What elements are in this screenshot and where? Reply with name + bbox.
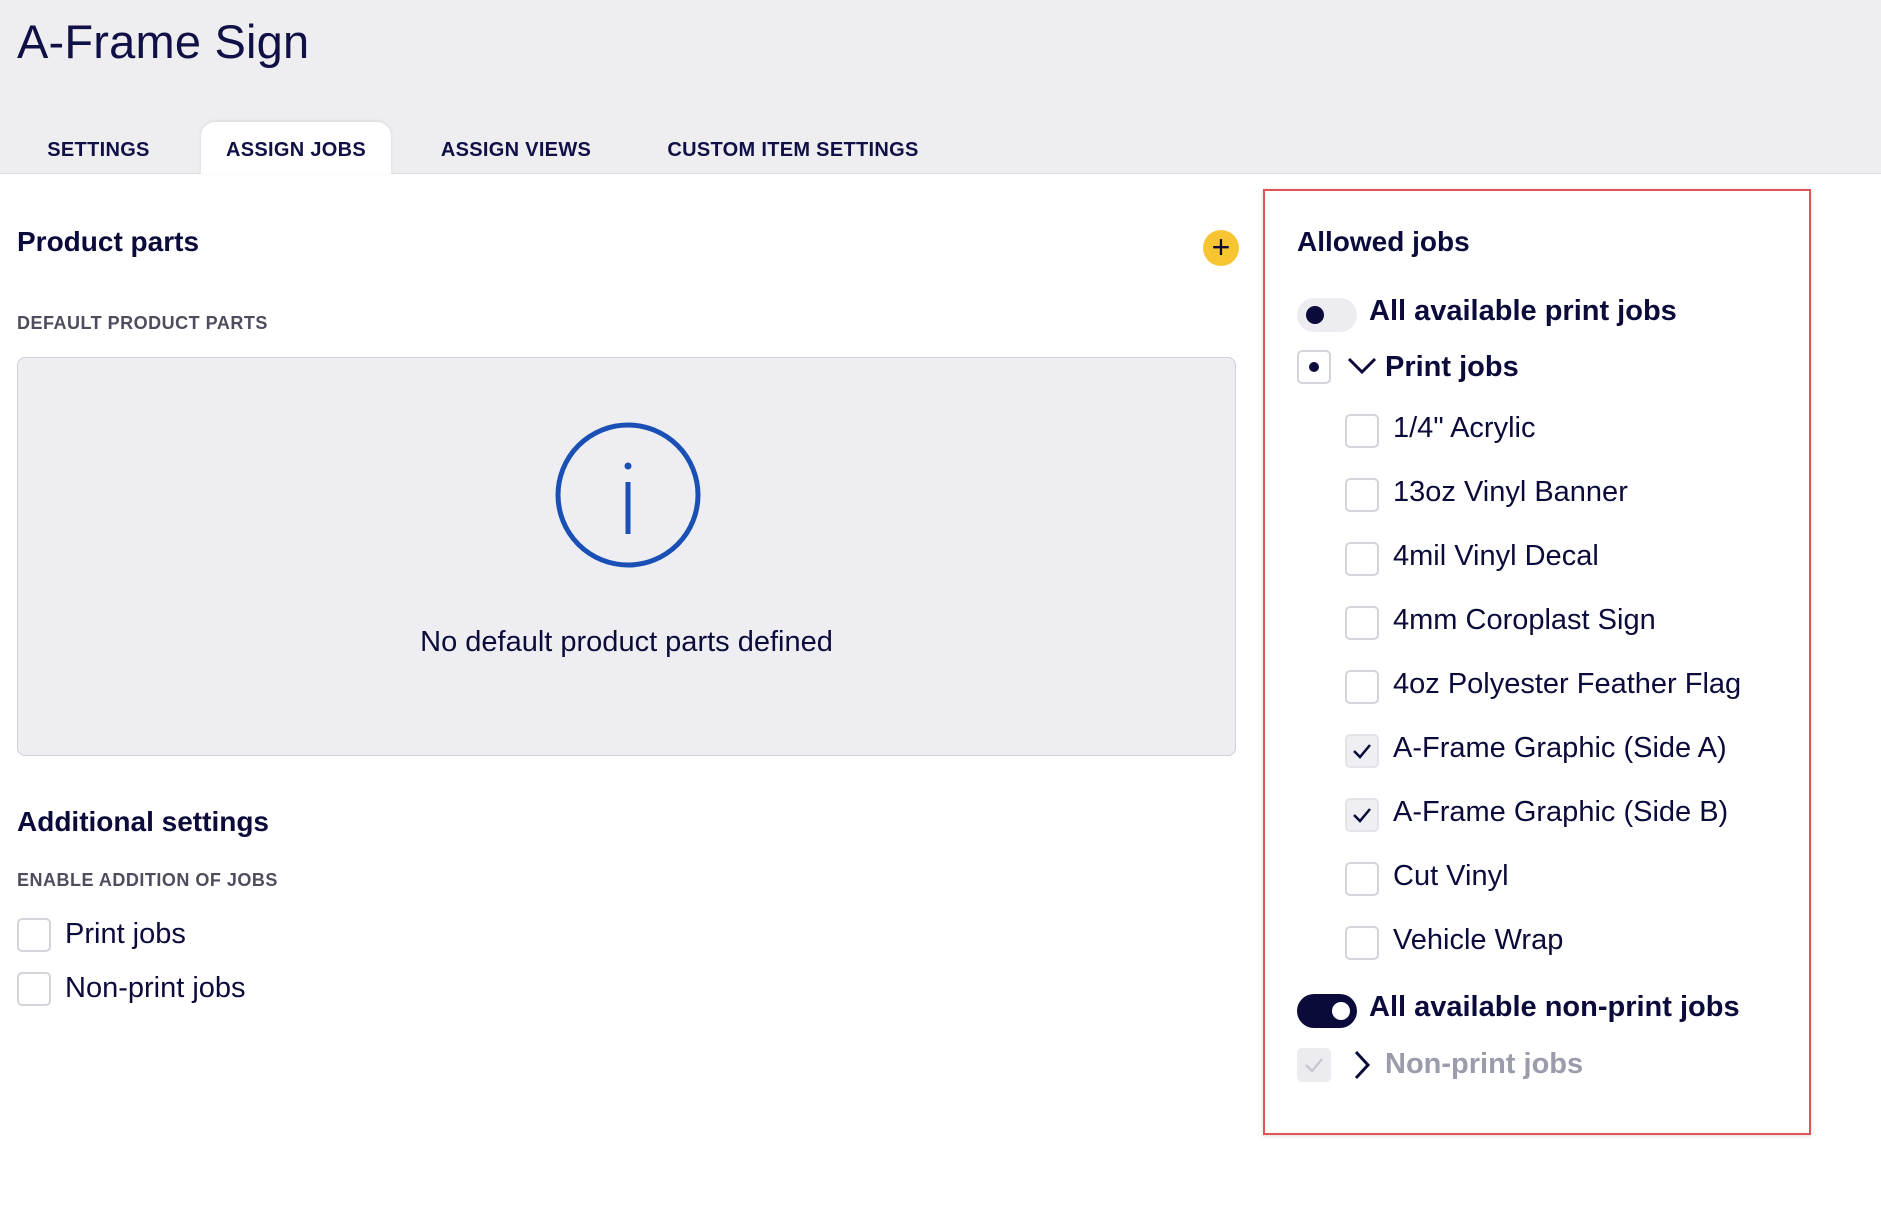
chevron-right-icon[interactable] (1352, 1049, 1372, 1081)
add-product-part-button[interactable]: + (1203, 230, 1239, 266)
print-job-checkbox[interactable] (1345, 862, 1379, 896)
nonprint-jobs-group-label: Non-print jobs (1385, 1048, 1584, 1080)
print-job-checkbox[interactable] (1345, 734, 1379, 768)
additional-settings-title: Additional settings (17, 806, 269, 837)
info-icon (555, 422, 701, 568)
check-icon (1353, 744, 1371, 759)
print-jobs-group-checkbox[interactable] (1297, 350, 1331, 384)
all-print-jobs-toggle[interactable] (1297, 298, 1357, 332)
default-product-parts-label: DEFAULT PRODUCT PARTS (17, 313, 268, 333)
page-title: A-Frame Sign (17, 15, 310, 68)
enable-print-jobs-checkbox[interactable] (17, 918, 51, 952)
empty-product-parts-box: No default product parts defined (17, 357, 1236, 756)
print-job-label: 13oz Vinyl Banner (1393, 476, 1628, 508)
allowed-jobs-title: Allowed jobs (1297, 226, 1470, 257)
print-job-checkbox[interactable] (1345, 414, 1379, 448)
print-job-checkbox[interactable] (1345, 606, 1379, 640)
print-job-label: 4mil Vinyl Decal (1393, 540, 1599, 572)
tab-assign-jobs[interactable]: ASSIGN JOBS (201, 122, 391, 174)
nonprint-jobs-group-checkbox[interactable] (1297, 1048, 1331, 1082)
print-job-checkbox[interactable] (1345, 670, 1379, 704)
tab-assign-views[interactable]: ASSIGN VIEWS (420, 122, 612, 174)
enable-nonprint-jobs-checkbox[interactable] (17, 972, 51, 1006)
print-job-label: 1/4" Acrylic (1393, 412, 1536, 444)
print-job-label: Cut Vinyl (1393, 860, 1509, 892)
tab-settings[interactable]: SETTINGS (20, 122, 177, 174)
product-parts-title: Product parts (17, 226, 200, 257)
print-job-label: Vehicle Wrap (1393, 924, 1564, 956)
enable-nonprint-jobs-label: Non-print jobs (65, 972, 246, 1004)
print-job-label: 4mm Coroplast Sign (1393, 604, 1656, 636)
all-nonprint-jobs-label: All available non-print jobs (1369, 991, 1740, 1023)
all-print-jobs-label: All available print jobs (1369, 295, 1677, 327)
print-job-checkbox[interactable] (1345, 542, 1379, 576)
print-job-label: A-Frame Graphic (Side A) (1393, 732, 1727, 764)
tab-custom-item-settings[interactable]: CUSTOM ITEM SETTINGS (651, 122, 935, 174)
enable-addition-label: ENABLE ADDITION OF JOBS (17, 870, 278, 890)
chevron-down-icon[interactable] (1346, 356, 1378, 376)
print-job-label: A-Frame Graphic (Side B) (1393, 796, 1729, 828)
check-icon (1353, 808, 1371, 823)
print-job-label: 4oz Polyester Feather Flag (1393, 668, 1742, 700)
all-nonprint-jobs-toggle[interactable] (1297, 994, 1357, 1028)
print-job-checkbox[interactable] (1345, 478, 1379, 512)
empty-state-text: No default product parts defined (420, 626, 833, 658)
print-jobs-group-label: Print jobs (1385, 351, 1519, 383)
page-header: A-Frame Sign SETTINGS ASSIGN JOBS ASSIGN… (0, 0, 1881, 174)
print-job-checkbox[interactable] (1345, 798, 1379, 832)
plus-icon: + (1211, 229, 1231, 265)
print-job-checkbox[interactable] (1345, 926, 1379, 960)
enable-print-jobs-label: Print jobs (65, 918, 186, 950)
